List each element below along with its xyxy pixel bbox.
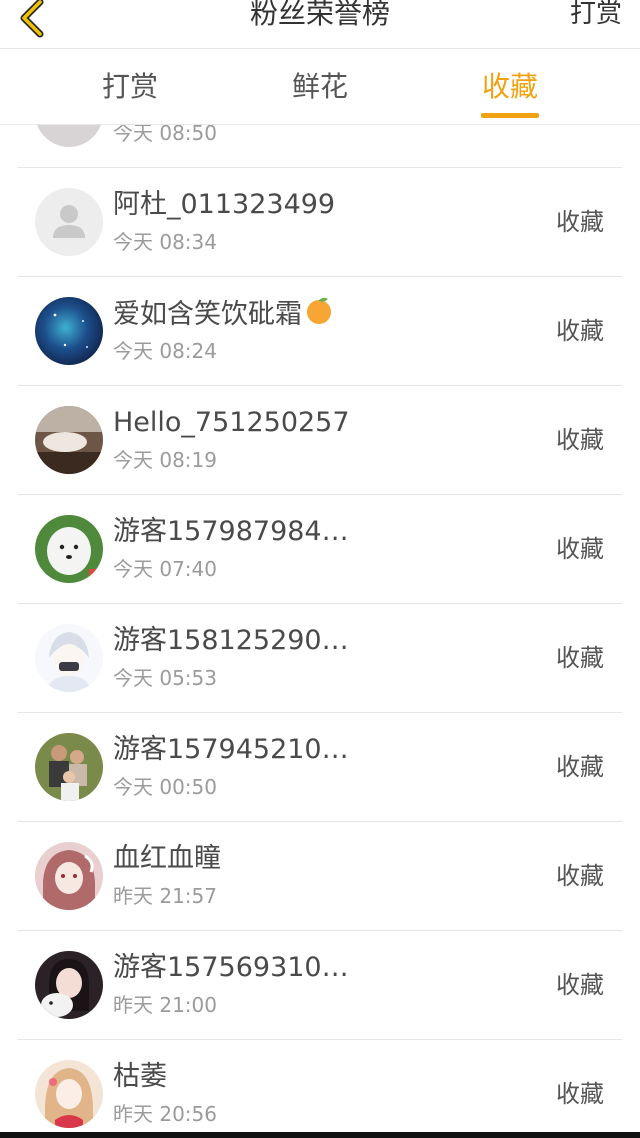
list-item[interactable]: 今天 08:50 — [18, 125, 622, 168]
favorites-list[interactable]: 今天 08:50 阿杜_011323499 今天 08:34 收藏 爱如含笑饮砒… — [0, 125, 640, 1130]
list-item[interactable]: 血红血瞳 昨天 21:57 收藏 — [18, 822, 622, 931]
username: 血红血瞳 — [113, 843, 221, 874]
timestamp: 今天 08:19 — [113, 448, 217, 472]
active-tab-indicator — [481, 113, 539, 118]
page-title: 粉丝荣誉榜 — [249, 0, 390, 30]
timestamp: 今天 08:34 — [113, 230, 217, 254]
white-dog-avatar — [35, 515, 103, 583]
timestamp: 今天 07:40 — [113, 557, 217, 581]
username: 游客1579452103... — [113, 734, 353, 765]
username: 游客1581252906... — [113, 625, 353, 656]
username: 阿杜_011323499 — [113, 189, 336, 220]
timestamp: 今天 08:24 — [113, 339, 217, 363]
girl-with-dog-avatar — [35, 951, 103, 1019]
tab-reward[interactable]: 打赏 — [102, 67, 158, 107]
list-item[interactable]: 游客1581252906... 今天 05:53 收藏 — [18, 604, 622, 713]
favorite-label: 收藏 — [556, 426, 604, 454]
tab-favorites[interactable]: 收藏 — [482, 67, 538, 107]
username: 游客1575693102... — [113, 952, 353, 983]
username: 游客1579879847... — [113, 516, 353, 547]
anime-girl-pink-avatar — [35, 1060, 103, 1128]
tangerine-emoji — [304, 295, 334, 336]
galaxy-avatar — [35, 297, 103, 365]
reward-button[interactable]: 打赏 — [570, 0, 622, 34]
username: 爱如含笑饮砒霜 — [113, 295, 353, 336]
favorite-label: 收藏 — [556, 644, 604, 672]
list-item[interactable]: 游客1579879847... 今天 07:40 收藏 — [18, 495, 622, 604]
favorite-label: 收藏 — [556, 535, 604, 563]
username: 枯萎 — [113, 1061, 167, 1092]
family-photo-avatar — [35, 733, 103, 801]
username: Hello_751250257 — [113, 407, 350, 438]
timestamp: 昨天 21:00 — [113, 993, 217, 1017]
top-bar: 粉丝荣誉榜 打赏 — [0, 0, 640, 49]
list-item[interactable]: 阿杜_011323499 今天 08:34 收藏 — [18, 168, 622, 277]
partial-avatar — [35, 125, 103, 147]
timestamp: 昨天 21:57 — [113, 884, 217, 908]
list-item[interactable]: 枯萎 昨天 20:56 收藏 — [18, 1040, 622, 1130]
favorite-label: 收藏 — [556, 862, 604, 890]
timestamp: 昨天 20:56 — [113, 1102, 217, 1126]
timestamp: 今天 05:53 — [113, 666, 217, 690]
anime-boy-avatar — [35, 624, 103, 692]
favorite-label: 收藏 — [556, 208, 604, 236]
list-item[interactable]: Hello_751250257 今天 08:19 收藏 — [18, 386, 622, 495]
list-item[interactable]: 爱如含笑饮砒霜 今天 08:24 收藏 — [18, 277, 622, 386]
list-item[interactable]: 游客1579452103... 今天 00:50 收藏 — [18, 713, 622, 822]
favorite-label: 收藏 — [556, 1080, 604, 1108]
list-item[interactable]: 游客1575693102... 昨天 21:00 收藏 — [18, 931, 622, 1040]
tab-flowers[interactable]: 鲜花 — [292, 67, 348, 107]
tab-bar: 打赏 鲜花 收藏 — [0, 49, 640, 125]
anime-girl-avatar — [35, 842, 103, 910]
timestamp: 今天 08:50 — [113, 125, 217, 145]
favorite-label: 收藏 — [556, 317, 604, 345]
timestamp: 今天 00:50 — [113, 775, 217, 799]
bottom-edge — [0, 1132, 640, 1138]
default-user-avatar — [35, 188, 103, 256]
fan-honor-page: 粉丝荣誉榜 打赏 打赏 鲜花 收藏 今天 08:50 阿杜_011323499 … — [0, 0, 640, 1138]
favorite-label: 收藏 — [556, 753, 604, 781]
cat-photo-avatar — [35, 406, 103, 474]
favorite-label: 收藏 — [556, 971, 604, 999]
